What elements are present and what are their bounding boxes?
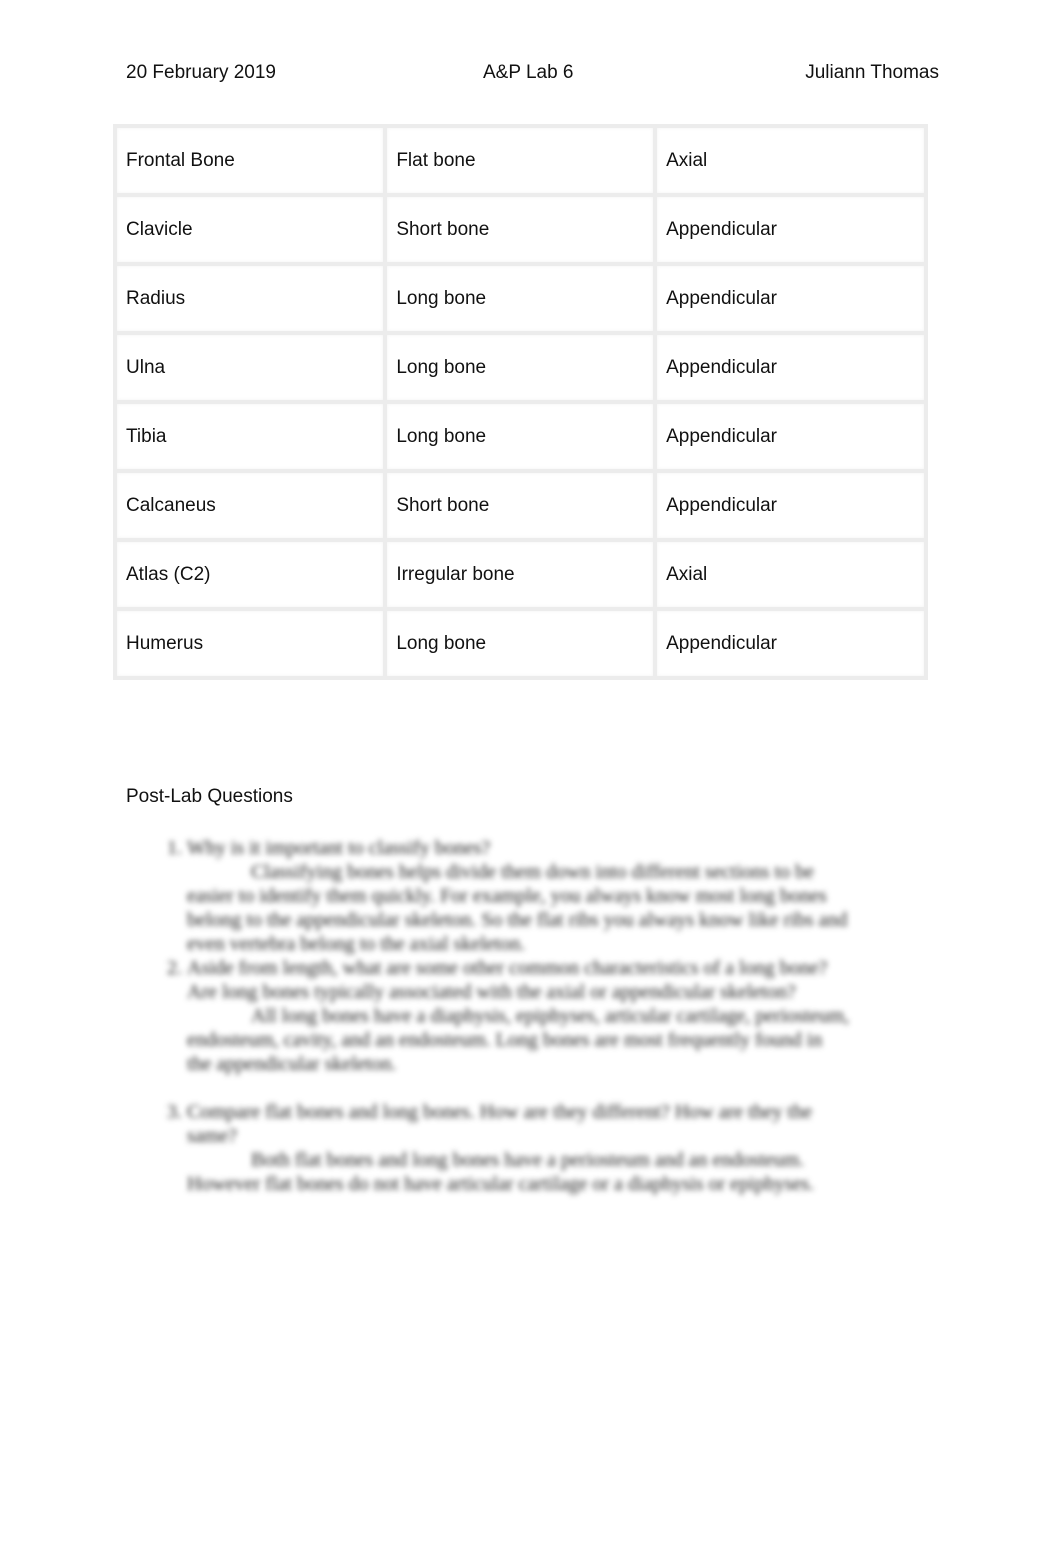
table-row: Humerus Long bone Appendicular <box>112 607 928 680</box>
skeleton-division-cell: Appendicular <box>653 262 928 335</box>
document-page: 20 February 2019 A&P Lab 6 Juliann Thoma… <box>0 0 1062 1556</box>
bone-name-cell: Tibia <box>112 400 388 473</box>
bone-type-cell: Short bone <box>383 193 658 266</box>
question-item: Aside from length, what are some other c… <box>187 956 850 1076</box>
bone-type-cell: Long bone <box>383 400 658 473</box>
skeleton-division-cell: Appendicular <box>653 331 928 404</box>
skeleton-division-cell: Appendicular <box>653 193 928 266</box>
table-row: Frontal Bone Flat bone Axial <box>112 124 928 197</box>
answer-text: Both flat bones and long bones have a pe… <box>187 1149 815 1195</box>
bone-classification-table: Frontal Bone Flat bone Axial Clavicle Short … <box>112 124 928 680</box>
bone-type-cell: Long bone <box>383 262 658 335</box>
bone-name-cell: Calcaneus <box>112 469 388 542</box>
post-lab-heading: Post-Lab Questions <box>126 786 293 807</box>
post-lab-questions: Why is it important to classify bones?Cl… <box>150 836 850 1196</box>
table-row: Calcaneus Short bone Appendicular <box>112 469 928 542</box>
question-text: Compare flat bones and long bones. How a… <box>187 1101 812 1147</box>
skeleton-division-cell: Appendicular <box>653 400 928 473</box>
skeleton-division-cell: Axial <box>653 124 928 197</box>
skeleton-division-cell: Appendicular <box>653 607 928 680</box>
table-row: Clavicle Short bone Appendicular <box>112 193 928 266</box>
table-row: Ulna Long bone Appendicular <box>112 331 928 404</box>
skeleton-division-cell: Appendicular <box>653 469 928 542</box>
question-item: Compare flat bones and long bones. How a… <box>187 1100 850 1196</box>
question-text: Why is it important to classify bones? <box>187 837 491 859</box>
bone-type-cell: Long bone <box>383 331 658 404</box>
table-row: Tibia Long bone Appendicular <box>112 400 928 473</box>
bone-type-cell: Short bone <box>383 469 658 542</box>
bone-type-cell: Flat bone <box>383 124 658 197</box>
bone-name-cell: Ulna <box>112 331 388 404</box>
bone-name-cell: Clavicle <box>112 193 388 266</box>
header-author: Juliann Thomas <box>805 62 939 83</box>
bone-name-cell: Radius <box>112 262 388 335</box>
skeleton-division-cell: Axial <box>653 538 928 611</box>
question-text: Aside from length, what are some other c… <box>187 957 828 1003</box>
header-date: 20 February 2019 <box>126 62 276 83</box>
answer-text: Classifying bones helps divide them down… <box>187 861 848 955</box>
question-item: Why is it important to classify bones?Cl… <box>187 836 850 956</box>
bone-type-cell: Irregular bone <box>383 538 658 611</box>
table-row: Radius Long bone Appendicular <box>112 262 928 335</box>
bone-name-cell: Atlas (C2) <box>112 538 388 611</box>
bone-name-cell: Humerus <box>112 607 388 680</box>
bone-type-cell: Long bone <box>383 607 658 680</box>
bone-name-cell: Frontal Bone <box>112 124 388 197</box>
answer-text: All long bones have a diaphysis, epiphys… <box>187 1005 850 1075</box>
table-row: Atlas (C2) Irregular bone Axial <box>112 538 928 611</box>
header-title: A&P Lab 6 <box>483 62 574 83</box>
